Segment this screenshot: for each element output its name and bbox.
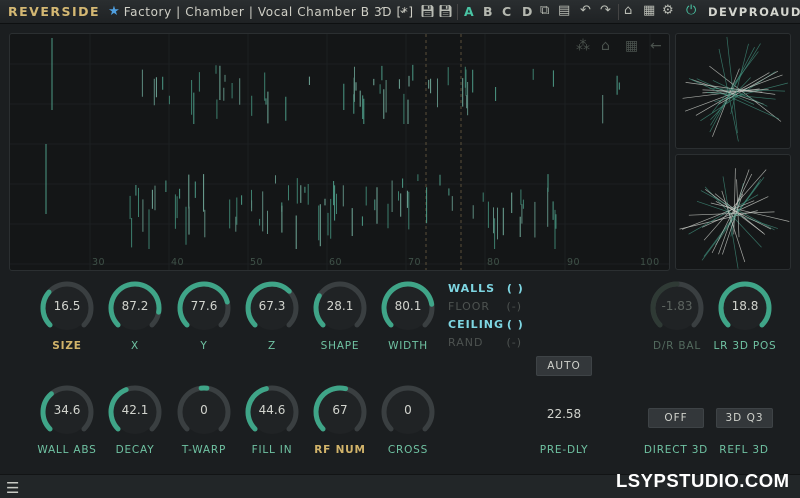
x-tick-label: 90 [567, 257, 581, 268]
walls-toggle[interactable]: WALLS ( ) [448, 282, 524, 295]
dr-bal-value: -1.83 [661, 299, 693, 313]
lr-3d-pos-label: LR 3D POS [713, 340, 777, 352]
size-knob[interactable]: 16.5 [38, 279, 96, 337]
chevron-up-icon[interactable]: ⌃ [378, 5, 387, 18]
copy-icon[interactable]: ⧉ [540, 3, 549, 18]
reflection-plot [10, 34, 669, 270]
top-3d-view[interactable] [675, 33, 791, 149]
redo-icon[interactable]: ↷ [600, 3, 611, 18]
t-warp-value: 0 [200, 403, 208, 417]
star-icon[interactable]: ★ [108, 4, 120, 19]
x-tick-label: 60 [329, 257, 343, 268]
paste-icon[interactable]: ▤ [558, 3, 570, 18]
z-value: 67.3 [258, 299, 286, 313]
width-value: 80.1 [394, 299, 422, 313]
decay-knob[interactable]: 42.1 [106, 383, 164, 441]
toolbar-separator [618, 4, 619, 20]
x-tick-label: 80 [487, 257, 501, 268]
floor-toggle[interactable]: FLOOR (-) [448, 300, 522, 313]
brand-name: REVERSIDE [8, 4, 101, 19]
pre-delay-label: PRE-DLY [539, 444, 589, 456]
lr-3d-pos-knob[interactable]: 18.8 [716, 279, 774, 337]
cross-knob[interactable]: 0 [379, 383, 437, 441]
x-tick-label: 50 [250, 257, 264, 268]
ab-slot-b[interactable]: B [483, 4, 493, 19]
ab-slot-c[interactable]: C [502, 4, 511, 19]
y-knob[interactable]: 77.6 [175, 279, 233, 337]
t-warp-knob[interactable]: 0 [175, 383, 233, 441]
save-icon[interactable]: 💾︎ [420, 4, 435, 18]
rf-num-value: 67 [332, 403, 348, 417]
side-3d-view[interactable] [675, 154, 791, 270]
ceiling-toggle[interactable]: CEILING ( ) [448, 318, 524, 331]
x-tick-label: 30 [92, 257, 106, 268]
pre-delay-value[interactable]: 22.58 [534, 407, 594, 421]
wall-abs-value: 34.6 [53, 403, 81, 417]
nodes-icon[interactable]: ⁂ [576, 38, 590, 54]
preset-name[interactable]: Factory | Chamber | Vocal Chamber B 3D [… [124, 5, 414, 19]
auto-button[interactable]: AUTO [536, 356, 592, 376]
grid-icon[interactable]: ▦ [625, 38, 638, 54]
x-tick-label: 70 [408, 257, 422, 268]
size-value: 16.5 [53, 299, 81, 313]
wall-abs-knob[interactable]: 34.6 [38, 383, 96, 441]
ab-slot-d[interactable]: D [522, 4, 532, 19]
ray-plot-side [679, 168, 790, 269]
shape-value: 28.1 [326, 299, 354, 313]
x-tick-label: 100 [640, 257, 660, 268]
home-icon[interactable]: ⌂ [624, 3, 632, 18]
decay-value: 42.1 [121, 403, 149, 417]
decay-label: DECAY [115, 444, 155, 456]
refl-3d-label: REFL 3D [719, 444, 769, 456]
reflection-display[interactable]: ⁂ ⌂ ▦ ← 30 40 50 60 70 80 90 100 [9, 33, 670, 271]
rand-toggle[interactable]: RAND (-) [448, 336, 522, 349]
dr-bal-knob[interactable]: -1.83 [648, 279, 706, 337]
y-value: 77.6 [190, 299, 218, 313]
ab-slot-a[interactable]: A [464, 4, 474, 19]
x-knob[interactable]: 87.2 [106, 279, 164, 337]
power-icon[interactable]: ⏻ [686, 3, 696, 18]
shape-knob[interactable]: 28.1 [311, 279, 369, 337]
cross-label: CROSS [387, 444, 429, 456]
back-arrow-icon[interactable]: ← [650, 38, 662, 54]
settings-icon[interactable]: ⚙ [662, 3, 674, 18]
rf-num-knob[interactable]: 67 [311, 383, 369, 441]
hamburger-menu-icon[interactable]: ☰ [6, 479, 19, 497]
undo-icon[interactable]: ↶ [580, 3, 591, 18]
watermark: LSYPSTUDIO.COM [616, 470, 790, 491]
cross-value: 0 [404, 403, 412, 417]
x-tick-label: 40 [171, 257, 185, 268]
fill-in-knob[interactable]: 44.6 [243, 383, 301, 441]
vendor-name: DEVPROAUDIO [708, 5, 800, 19]
z-knob[interactable]: 67.3 [243, 279, 301, 337]
home-icon[interactable]: ⌂ [601, 38, 610, 54]
refl-3d-button[interactable]: 3D Q3 [716, 408, 773, 428]
ray-plot-top [682, 36, 788, 142]
grid-icon[interactable]: ▦ [643, 3, 655, 18]
width-knob[interactable]: 80.1 [379, 279, 437, 337]
toolbar-separator [457, 4, 458, 20]
x-value: 87.2 [121, 299, 149, 313]
fill-in-value: 44.6 [258, 403, 286, 417]
lr-3d-pos-value: 18.8 [731, 299, 759, 313]
width-label: WIDTH [388, 340, 428, 352]
chevron-down-icon[interactable]: ⌄ [398, 3, 407, 16]
x-label: X [131, 340, 139, 352]
direct-3d-button[interactable]: OFF [648, 408, 704, 428]
save-as-icon[interactable]: 💾︎ [438, 4, 453, 18]
